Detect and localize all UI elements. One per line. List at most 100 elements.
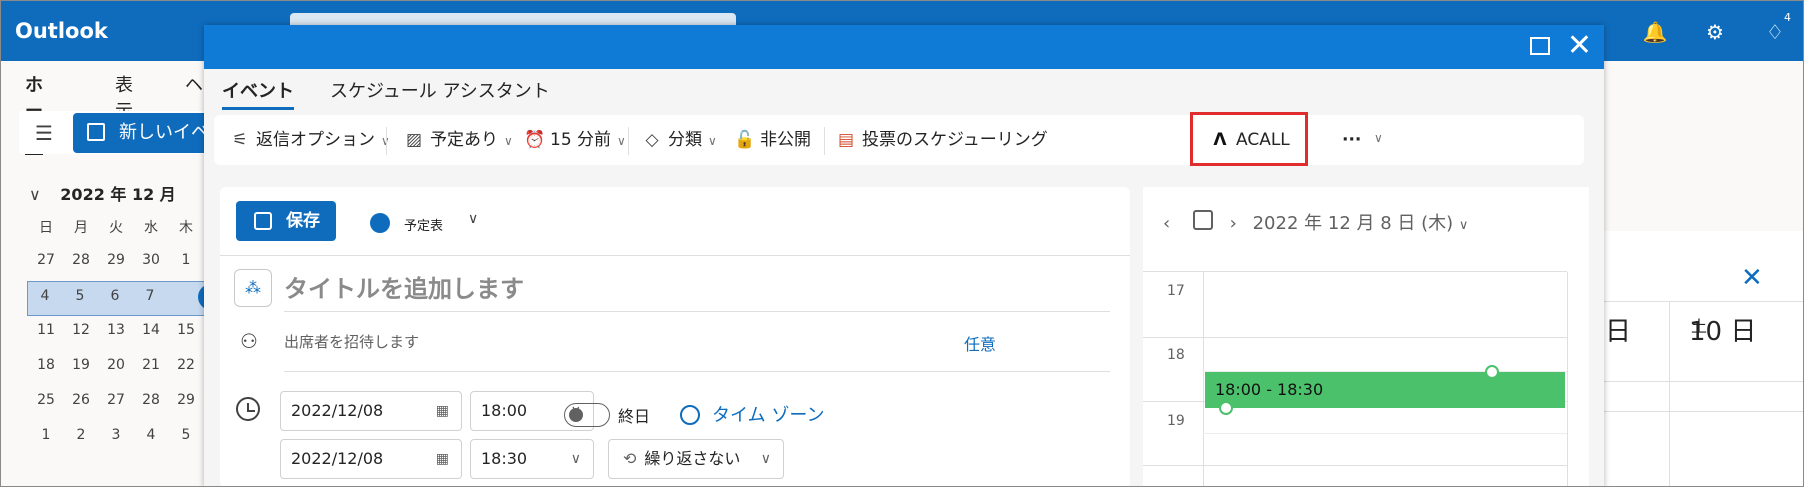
repeat-icon: ⟲ <box>623 449 637 468</box>
hour-line <box>1143 337 1567 338</box>
close-icon[interactable]: ✕ <box>1741 263 1763 293</box>
tab-scheduling-assistant[interactable]: スケジュール アシスタント <box>330 77 550 103</box>
chevron-right-icon[interactable]: › <box>1230 213 1237 234</box>
day-cell[interactable]: 4 <box>28 288 62 304</box>
hour-line <box>1143 465 1567 466</box>
day-cell[interactable]: 30 <box>134 252 168 268</box>
day-cell[interactable]: 14 <box>134 322 168 338</box>
new-event-button[interactable]: 新しいイベ <box>73 113 213 153</box>
week-row: 25 26 27 28 29 <box>29 386 209 421</box>
day-cell[interactable]: 2 <box>64 427 98 443</box>
chevron-down-icon[interactable]: ∨ <box>1374 131 1383 145</box>
day-cell[interactable]: 12 <box>64 322 98 338</box>
day-cell[interactable]: 1 <box>29 427 63 443</box>
week-view-panel <box>1594 231 1803 486</box>
day-cell[interactable]: 18 <box>29 357 63 373</box>
day-cell[interactable]: 28 <box>134 392 168 408</box>
resize-handle-bottom[interactable] <box>1219 401 1233 415</box>
all-day-toggle[interactable] <box>564 403 610 427</box>
day-cell[interactable]: 5 <box>63 288 97 304</box>
weekday-label: 木 <box>179 220 193 236</box>
optional-attendees-link[interactable]: 任意 <box>964 331 996 355</box>
app-brand: Outlook <box>15 19 108 43</box>
hour-label: 18 <box>1167 347 1185 363</box>
event-block[interactable]: 18:00 - 18:30 <box>1205 372 1565 408</box>
day-cell[interactable]: 1 <box>169 252 203 268</box>
bell-icon[interactable]: 🔔 <box>1641 18 1669 46</box>
start-date-field[interactable]: 2022/12/08 ▦ <box>280 391 462 431</box>
end-time-field[interactable]: 18:30 ∨ <box>470 439 594 479</box>
chevron-down-icon[interactable]: ∨ <box>1459 218 1469 233</box>
close-icon[interactable]: ✕ <box>1567 29 1592 63</box>
day-cell[interactable]: 26 <box>64 392 98 408</box>
day-cell[interactable]: 3 <box>99 427 133 443</box>
day-cell[interactable]: 29 <box>169 392 203 408</box>
saturday-date[interactable]: 10 日 <box>1689 311 1756 348</box>
day-cell[interactable]: 11 <box>29 322 63 338</box>
ribbon-toolbar: ☰ 新しいイベ <box>19 111 213 154</box>
dialog-title-bar: ✕ <box>204 25 1604 69</box>
day-cell[interactable]: 4 <box>134 427 168 443</box>
chevron-down-icon[interactable]: ∨ <box>468 211 478 227</box>
week-row-selected: 4 5 6 7 8 <box>27 281 224 316</box>
chevron-left-icon[interactable]: ‹ <box>1163 213 1170 234</box>
reply-options-button[interactable]: ⚟返信オプション∨ <box>230 127 389 153</box>
day-cell[interactable]: 21 <box>134 357 168 373</box>
title-input[interactable]: タイトルを追加します <box>284 269 524 304</box>
categorize-button[interactable]: ◇ 分類 ∨ <box>642 127 716 153</box>
gear-icon[interactable]: ⚙ <box>1701 18 1729 46</box>
repeat-dropdown[interactable]: ⟲ 繰り返さない ∨ <box>608 439 784 479</box>
hour-label: 17 <box>1167 283 1185 299</box>
busy-icon: ▨ <box>405 130 423 150</box>
calendar-label[interactable]: 予定表 <box>404 215 443 234</box>
week-row: 11 12 13 14 15 <box>29 316 209 351</box>
day-cell[interactable]: 5 <box>169 427 203 443</box>
day-cell[interactable]: 25 <box>29 392 63 408</box>
chevron-down-icon[interactable]: ∨ <box>29 185 41 204</box>
chevron-down-icon: ∨ <box>617 134 626 148</box>
divider <box>284 311 1110 312</box>
day-view-date[interactable]: 2022 年 12 月 8 日 (木) <box>1253 213 1454 234</box>
chevron-down-icon: ∨ <box>504 134 513 148</box>
weekday-row: 日 月 火 水 木 <box>29 211 209 246</box>
day-cell[interactable]: 20 <box>99 357 133 373</box>
timezone-link[interactable]: タイム ゾーン <box>712 401 824 427</box>
day-cell[interactable]: 28 <box>64 252 98 268</box>
more-options-button[interactable]: ··· <box>1342 127 1361 153</box>
day-column-header: 日 <box>1605 317 1632 347</box>
calendar-color-dot[interactable] <box>370 213 390 233</box>
end-date-field[interactable]: 2022/12/08 ▦ <box>280 439 462 479</box>
day-cell[interactable]: 7 <box>133 288 167 304</box>
separator <box>628 127 629 155</box>
title-suggest-icon[interactable]: ⁂ <box>234 269 272 307</box>
attendees-input[interactable]: 出席者を招待します <box>284 331 419 352</box>
acall-button[interactable]: Λ ACALL <box>1210 127 1289 153</box>
day-cell[interactable]: 15 <box>169 322 203 338</box>
day-cell[interactable]: 6 <box>98 288 132 304</box>
start-date-value: 2022/12/08 <box>291 401 384 420</box>
private-button[interactable]: 🔓 非公開 <box>734 127 811 153</box>
reminder-button[interactable]: ⏰ 15 分前 ∨ <box>524 127 626 153</box>
save-button[interactable]: 保存 <box>236 201 336 241</box>
calendar-today-icon[interactable] <box>1193 210 1213 230</box>
day-cell[interactable]: 13 <box>99 322 133 338</box>
popout-icon[interactable] <box>1530 37 1550 55</box>
tab-help[interactable]: ヘ <box>185 71 203 97</box>
day-cell[interactable]: 22 <box>169 357 203 373</box>
show-as-button[interactable]: ▨ 予定あり ∨ <box>404 127 513 153</box>
event-form: 保存 予定表 ∨ ⁂ タイトルを追加します ⚇ 出席者を招待します 任意 202… <box>220 187 1130 486</box>
resize-handle-top[interactable] <box>1485 365 1499 379</box>
end-date-value: 2022/12/08 <box>291 449 384 468</box>
calendar-icon[interactable]: ▦ <box>436 440 449 478</box>
week-row: 27 28 29 30 1 <box>29 246 209 281</box>
day-cell[interactable]: 27 <box>29 252 63 268</box>
poll-scheduling-button[interactable]: ▤ 投票のスケジューリング <box>836 127 1048 153</box>
active-tab-indicator <box>222 107 294 110</box>
day-cell[interactable]: 27 <box>99 392 133 408</box>
calendar-icon[interactable]: ▦ <box>436 392 449 430</box>
hamburger-icon[interactable]: ☰ <box>35 121 53 145</box>
day-cell[interactable]: 19 <box>64 357 98 373</box>
chevron-down-icon[interactable]: ∨ <box>571 440 581 478</box>
tab-event[interactable]: イベント <box>222 77 294 103</box>
day-cell[interactable]: 29 <box>99 252 133 268</box>
